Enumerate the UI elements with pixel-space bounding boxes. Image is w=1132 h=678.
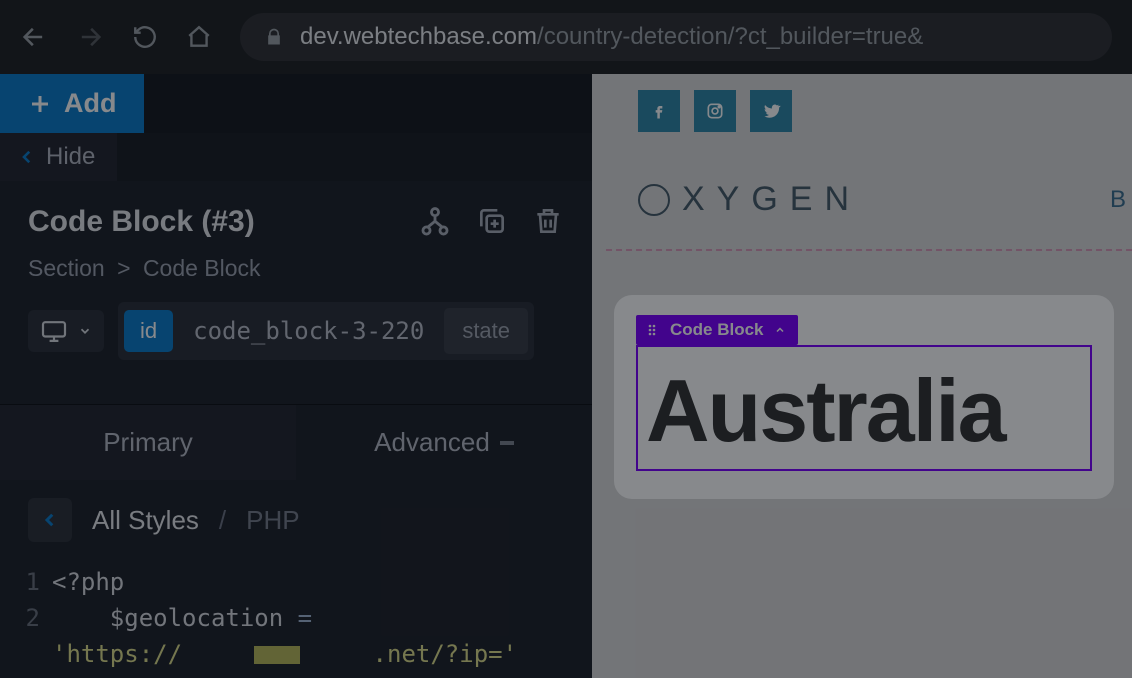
add-label: Add [64, 88, 116, 119]
breadcrumb: Section > Code Block [28, 255, 564, 282]
code-editor[interactable]: 1 <?php 2 $geolocation = 'https:// .net/… [0, 560, 592, 676]
tab-primary[interactable]: Primary [0, 405, 296, 480]
hide-button[interactable]: Hide [0, 133, 117, 181]
delete-icon[interactable] [532, 205, 564, 239]
structure-icon[interactable] [418, 205, 452, 239]
address-bar[interactable]: dev.webtechbase.com/country-detection/?c… [240, 13, 1112, 61]
reload-icon[interactable] [132, 24, 158, 50]
tab-advanced[interactable]: Advanced [296, 405, 592, 480]
facebook-icon[interactable] [638, 90, 680, 132]
instagram-icon[interactable] [694, 90, 736, 132]
device-selector[interactable] [28, 310, 104, 352]
back-icon[interactable] [20, 23, 48, 51]
builder-sidebar: Add Hide Code Block (#3) [0, 74, 592, 678]
id-chip[interactable]: id [124, 310, 173, 352]
element-id-value[interactable]: code_block-3-220 [183, 317, 434, 345]
code-block-output: Australia [646, 367, 1082, 455]
site-logo: XYGEN [638, 180, 861, 219]
logo-circle-icon [638, 184, 670, 216]
subnav-all-styles[interactable]: All Styles [92, 505, 199, 536]
minus-icon [500, 441, 514, 445]
nav-item[interactable]: B [1110, 186, 1132, 214]
breadcrumb-root[interactable]: Section [28, 255, 105, 281]
browser-toolbar: dev.webtechbase.com/country-detection/?c… [0, 0, 1132, 74]
duplicate-icon[interactable] [476, 205, 508, 239]
breadcrumb-current[interactable]: Code Block [143, 255, 261, 281]
element-title: Code Block (#3) [28, 205, 255, 239]
lock-icon [264, 27, 284, 47]
back-button[interactable] [28, 498, 72, 542]
home-icon[interactable] [186, 24, 212, 50]
element-tag[interactable]: Code Block [636, 315, 798, 345]
url-text: dev.webtechbase.com/country-detection/?c… [300, 23, 923, 51]
code-block-element[interactable]: Code Block Australia [614, 295, 1114, 499]
subnav-php[interactable]: PHP [246, 505, 299, 536]
preview-panel: XYGEN B Code Block Australia [592, 74, 1132, 678]
section-boundary [606, 249, 1132, 251]
state-chip[interactable]: state [444, 308, 528, 354]
forward-icon[interactable] [76, 23, 104, 51]
add-button[interactable]: Add [0, 74, 144, 133]
twitter-icon[interactable] [750, 90, 792, 132]
hide-label: Hide [46, 143, 95, 171]
